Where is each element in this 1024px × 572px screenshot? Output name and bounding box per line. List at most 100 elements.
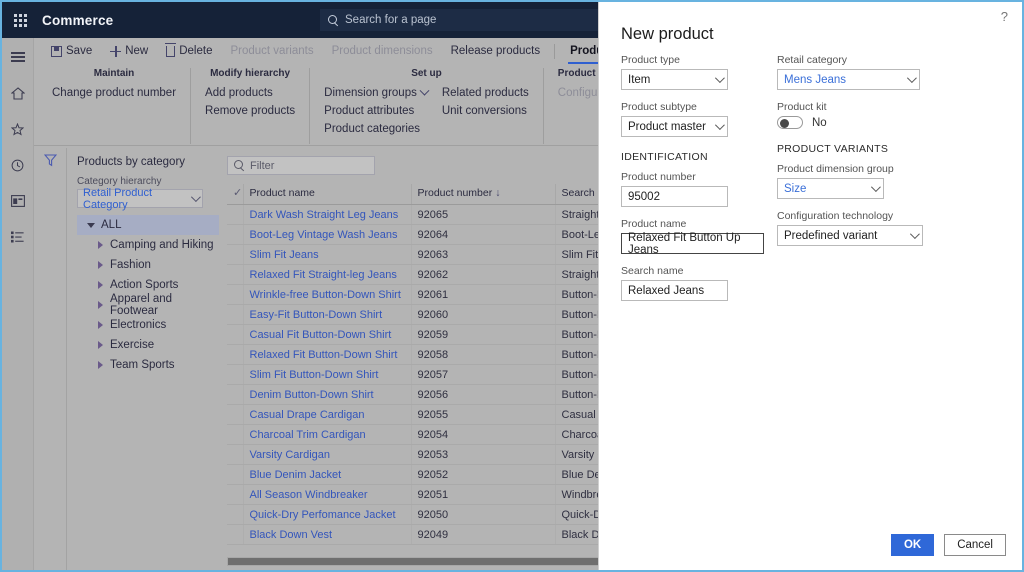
cancel-button[interactable]: Cancel (944, 534, 1006, 556)
delete-button-label: Delete (179, 45, 213, 57)
row-select-cell[interactable] (227, 204, 244, 225)
add-products-button[interactable]: Add products (205, 87, 295, 99)
cell-product-name[interactable]: Casual Fit Button-Down Shirt (243, 324, 412, 345)
retail-category-value: Mens Jeans (784, 73, 847, 86)
hamburger-menu-icon[interactable] (5, 46, 31, 68)
filter-column (34, 148, 67, 570)
triangle-expanded-icon (87, 222, 95, 228)
row-select-cell[interactable] (227, 304, 244, 325)
row-select-cell[interactable] (227, 244, 244, 265)
cell-product-number: 92062 (411, 264, 556, 285)
row-select-cell[interactable] (227, 324, 244, 345)
cell-product-number: 92050 (411, 504, 556, 525)
cell-product-name[interactable]: Dark Wash Straight Leg Jeans (243, 204, 412, 225)
row-select-cell[interactable] (227, 264, 244, 285)
row-select-cell[interactable] (227, 384, 244, 405)
product-variants-heading: PRODUCT VARIANTS (777, 143, 889, 155)
select-all-column-header[interactable]: ✓ (227, 184, 244, 205)
row-select-cell[interactable] (227, 364, 244, 385)
related-products-button[interactable]: Related products (442, 87, 529, 99)
star-icon[interactable] (5, 118, 31, 140)
cell-product-name[interactable]: Varsity Cardigan (243, 444, 412, 465)
retail-category-select[interactable]: Mens Jeans (777, 69, 920, 90)
tree-node-exercise[interactable]: Exercise (77, 335, 219, 355)
remove-products-button[interactable]: Remove products (205, 105, 295, 117)
trash-icon (165, 42, 177, 57)
chevron-down-icon (714, 120, 725, 131)
tree-node-all[interactable]: ALL (77, 215, 219, 235)
delete-button[interactable]: Delete (157, 38, 221, 64)
cell-product-name[interactable]: Charcoal Trim Cardigan (243, 424, 412, 445)
cell-product-name[interactable]: Easy-Fit Button-Down Shirt (243, 304, 412, 325)
cell-product-name[interactable]: Blue Denim Jacket (243, 464, 412, 485)
tree-node-apparel-and-footwear[interactable]: Apparel and Footwear (77, 293, 219, 317)
row-select-cell[interactable] (227, 484, 244, 505)
row-select-cell[interactable] (227, 284, 244, 305)
row-select-cell[interactable] (227, 504, 244, 525)
unit-conversions-button[interactable]: Unit conversions (442, 105, 529, 117)
row-select-cell[interactable] (227, 444, 244, 465)
cell-product-name[interactable]: All Season Windbreaker (243, 484, 412, 505)
column-label: Product number (417, 186, 493, 199)
cell-product-name[interactable]: Slim Fit Button-Down Shirt (243, 364, 412, 385)
product-type-select[interactable]: Item (621, 69, 728, 90)
cell-product-name[interactable]: Boot-Leg Vintage Wash Jeans (243, 224, 412, 245)
new-button[interactable]: New (101, 38, 157, 64)
ok-button[interactable]: OK (890, 534, 935, 556)
global-search-input[interactable]: Search for a page (320, 9, 613, 31)
row-select-cell[interactable] (227, 404, 244, 425)
product-attributes-button[interactable]: Product attributes (324, 105, 428, 117)
configuration-technology-select[interactable]: Predefined variant (777, 225, 923, 246)
cell-product-name[interactable]: Relaxed Fit Button-Down Shirt (243, 344, 412, 365)
product-type-label: Product type (621, 54, 680, 66)
change-product-number-button[interactable]: Change product number (52, 87, 176, 99)
row-select-cell[interactable] (227, 424, 244, 445)
cell-product-name[interactable]: Black Down Vest (243, 524, 412, 545)
grid-filter-input[interactable]: Filter (227, 156, 375, 175)
cell-product-name[interactable]: Slim Fit Jeans (243, 244, 412, 265)
category-hierarchy-select[interactable]: Retail Product Category (77, 187, 203, 211)
product-categories-button[interactable]: Product categories (324, 123, 428, 135)
row-select-cell[interactable] (227, 524, 244, 545)
column-header-product-number[interactable]: Product number ↓ (411, 184, 556, 205)
cell-product-name[interactable]: Casual Drape Cardigan (243, 404, 412, 425)
product-subtype-select[interactable]: Product master (621, 116, 728, 137)
product-number-input[interactable]: 95002 (621, 186, 728, 207)
cell-product-name[interactable]: Denim Button-Down Shirt (243, 384, 412, 405)
product-dimensions-button: Product dimensions (323, 38, 442, 64)
toggle-switch-icon[interactable] (777, 116, 803, 129)
dimension-groups-button[interactable]: Dimension groups (324, 85, 430, 99)
tree-node-action-sports[interactable]: Action Sports (77, 275, 219, 295)
cell-product-number: 92056 (411, 384, 556, 405)
tree-node-team-sports[interactable]: Team Sports (77, 355, 219, 375)
tree-node-camping-and-hiking[interactable]: Camping and Hiking (77, 235, 219, 255)
workspace-icon[interactable] (5, 190, 31, 212)
product-kit-toggle[interactable]: No (777, 116, 927, 129)
row-select-cell[interactable] (227, 464, 244, 485)
product-name-input[interactable]: Relaxed Fit Button Up Jeans (621, 232, 764, 256)
clock-icon[interactable] (5, 154, 31, 176)
help-question-icon[interactable]: ? (1001, 9, 1008, 24)
list-icon[interactable] (5, 226, 31, 248)
save-button[interactable]: Save (42, 38, 101, 64)
cell-product-number: 92055 (411, 404, 556, 425)
cell-product-name[interactable]: Wrinkle-free Button-Down Shirt (243, 284, 412, 305)
row-select-cell[interactable] (227, 224, 244, 245)
funnel-filter-icon[interactable] (43, 154, 57, 167)
identification-heading: IDENTIFICATION (621, 151, 708, 163)
home-icon[interactable] (5, 82, 31, 104)
waffle-grid-icon[interactable] (2, 2, 38, 38)
tree-node-electronics[interactable]: Electronics (77, 315, 219, 335)
release-products-button[interactable]: Release products (442, 38, 550, 64)
column-header-product-name[interactable]: Product name (243, 184, 412, 205)
group-set-up: Set up Dimension groups Product attribut… (310, 68, 544, 144)
search-name-input[interactable]: Relaxed Jeans (621, 280, 728, 301)
app-title: Commerce (42, 12, 114, 28)
product-dimension-group-select[interactable]: Size (777, 178, 884, 199)
tree-node-fashion[interactable]: Fashion (77, 255, 219, 275)
tree-node-label: Camping and Hiking (110, 239, 214, 251)
row-select-cell[interactable] (227, 344, 244, 365)
product-number-label: Product number (621, 171, 696, 183)
cell-product-name[interactable]: Quick-Dry Perfomance Jacket (243, 504, 412, 525)
cell-product-name[interactable]: Relaxed Fit Straight-leg Jeans (243, 264, 412, 285)
